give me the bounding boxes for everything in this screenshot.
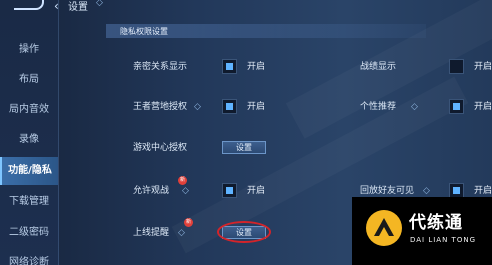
gamecenter-label: 游戏中心授权 (133, 143, 188, 153)
game-logo-icon (14, 0, 44, 10)
watermark-subtitle: DAI LIAN TONG (410, 236, 477, 244)
online-reminder-label: 上线提醒 (133, 228, 170, 238)
diamond-help-icon[interactable]: ◇ (96, 0, 103, 8)
personal-checkbox[interactable] (449, 99, 464, 114)
sidebar-item-downloads[interactable]: 下载管理 (0, 195, 58, 209)
new-badge: 新 (178, 176, 187, 185)
personal-label: 个性推荐 (360, 102, 397, 112)
intimacy-label: 亲密关系显示 (133, 62, 188, 72)
settings-screen: 操作 布局 局内音效 录像 功能/隐私 下载管理 二级密码 网络诊断 ‹ 设置 … (0, 0, 492, 265)
record-checkbox[interactable] (449, 59, 464, 74)
sidebar-item-controls[interactable]: 操作 (0, 43, 58, 57)
diamond-help-icon[interactable]: ◇ (194, 101, 201, 113)
intimacy-checkbox[interactable] (222, 59, 237, 74)
record-state: 开启 (474, 62, 492, 72)
spectate-state: 开启 (247, 186, 266, 196)
sidebar-item-replay[interactable]: 录像 (0, 133, 58, 147)
watermark-brand: 代练通 (409, 213, 463, 233)
back-arrow-icon[interactable]: ‹ (54, 0, 59, 13)
diamond-help-icon[interactable]: ◇ (423, 185, 430, 197)
diamond-help-icon[interactable]: ◇ (178, 227, 185, 239)
replay-visible-state: 开启 (474, 186, 492, 196)
highlight-ring (217, 221, 271, 243)
sidebar: 操作 布局 局内音效 录像 功能/隐私 下载管理 二级密码 网络诊断 (0, 0, 59, 265)
camp-checkbox[interactable] (222, 99, 237, 114)
spectate-label: 允许观战 (133, 186, 170, 196)
sidebar-item-layout[interactable]: 布局 (0, 73, 58, 87)
replay-visible-checkbox[interactable] (449, 183, 464, 198)
personal-state: 开启 (474, 102, 492, 112)
spectate-checkbox[interactable] (222, 183, 237, 198)
diamond-help-icon[interactable]: ◇ (182, 185, 189, 197)
new-badge: 新 (184, 218, 193, 227)
page-title: 设置 (68, 2, 88, 13)
diamond-help-icon[interactable]: ◇ (411, 101, 418, 113)
sidebar-item-privacy[interactable]: 功能/隐私 (0, 157, 58, 185)
camp-state: 开启 (247, 102, 266, 112)
sidebar-item-password[interactable]: 二级密码 (0, 226, 58, 240)
section-title: 隐私权限设置 (120, 27, 168, 36)
gamecenter-settings-button[interactable]: 设置 (222, 141, 266, 154)
intimacy-state: 开启 (247, 62, 266, 72)
brand-logo-icon (366, 210, 402, 246)
sidebar-item-network[interactable]: 网络诊断 (0, 256, 58, 265)
record-label: 战绩显示 (360, 62, 397, 72)
replay-visible-label: 回放好友可见 (360, 186, 415, 196)
camp-label: 王者营地授权 (133, 102, 188, 112)
sidebar-item-sound[interactable]: 局内音效 (0, 103, 58, 117)
